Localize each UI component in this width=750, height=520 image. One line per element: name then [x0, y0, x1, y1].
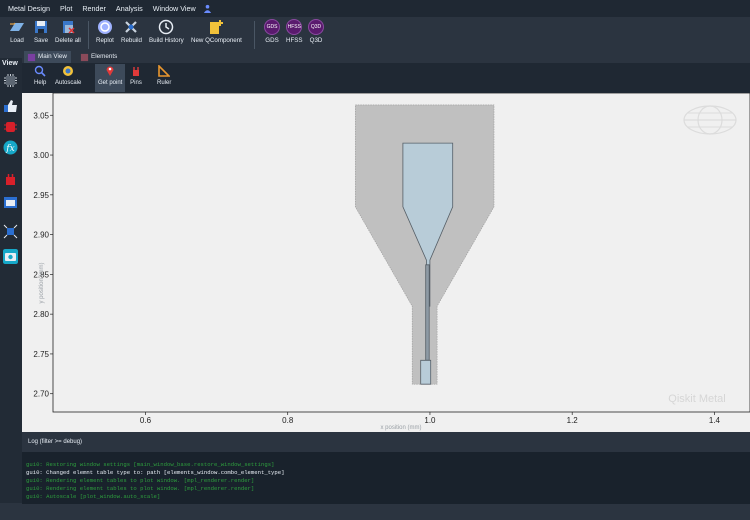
help-button[interactable]: Help	[34, 65, 46, 86]
window-icon[interactable]	[3, 195, 18, 210]
save-button[interactable]: Save	[33, 19, 49, 44]
y-tick-label: 2.70	[33, 390, 49, 399]
plot-area[interactable]: 0.6 0.8 1.0 1.2 1.4 3.05 3.00 2.95 2.90 2.85 2.80…	[22, 93, 750, 432]
tab-main-view[interactable]: Main View	[24, 51, 71, 63]
replot-icon	[97, 20, 112, 34]
rebuild-icon	[125, 21, 138, 33]
svg-text:fx: fx	[5, 144, 14, 154]
hfss-render-button[interactable]: HFSS HFSS	[286, 19, 303, 44]
log-panel[interactable]: gui0: Restoring window settings [main_wi…	[22, 452, 750, 504]
x-tick-label: 1.2	[567, 416, 579, 425]
menu-window-view[interactable]: Window View	[148, 0, 201, 17]
person-icon[interactable]	[203, 4, 212, 13]
y-tick-label: 2.80	[33, 310, 49, 319]
menu-render[interactable]: Render	[77, 0, 111, 17]
sidebar-title: View	[2, 60, 18, 67]
delete-all-button[interactable]: Delete all	[55, 19, 81, 44]
log-line: gui0: Rendering element tables to plot w…	[26, 485, 255, 492]
autoscale-button[interactable]: Autoscale	[55, 65, 81, 86]
save-icon	[35, 21, 47, 33]
x-tick-label: 1.0	[424, 416, 436, 425]
x-tick-label: 0.8	[282, 416, 294, 425]
thumbs-up-icon[interactable]	[3, 98, 18, 113]
y-tick-label: 2.75	[33, 350, 49, 359]
status-bar	[0, 506, 750, 520]
plug-icon[interactable]	[3, 172, 18, 187]
get-point-icon	[106, 66, 114, 76]
watermark-text: Qiskit Metal	[668, 393, 725, 405]
gds-icon: GDS	[264, 19, 280, 35]
y-tick-label: 3.00	[33, 151, 49, 160]
q3d-icon: Q3D	[308, 19, 324, 35]
y-tick-label: 2.95	[33, 191, 49, 200]
menu-plot[interactable]: Plot	[55, 0, 77, 17]
bug-icon[interactable]	[3, 119, 18, 134]
main-view-icon	[27, 53, 36, 61]
layout-plot[interactable]: 0.6 0.8 1.0 1.2 1.4 3.053.002.952.902.852.80…	[22, 93, 750, 432]
ruler-icon	[158, 65, 171, 77]
log-line: gui0: Autoscale [plot_window.auto_scale]	[26, 493, 161, 500]
log-line: gui0: Changed elemnt table type to: path…	[26, 469, 285, 476]
function-icon[interactable]: fx	[3, 140, 18, 155]
x-tick-label: 1.4	[709, 416, 721, 425]
log-header: Log (filter >= debug)	[22, 436, 750, 449]
menu-analysis[interactable]: Analysis	[111, 0, 148, 17]
delete-all-icon	[62, 21, 75, 34]
rebuild-button[interactable]: Rebuild	[121, 19, 142, 44]
pins-icon	[133, 67, 139, 76]
new-qcomponent-button[interactable]: New QComponent	[191, 19, 242, 44]
camera-icon[interactable]	[3, 249, 18, 264]
elements-icon	[80, 53, 89, 61]
x-tick-label: 0.6	[140, 416, 152, 425]
main-toolbar: Load Save Delete all Replot Rebuild Buil…	[0, 17, 750, 50]
expand-icon[interactable]	[3, 224, 18, 239]
gds-render-button[interactable]: GDS GDS	[264, 19, 280, 44]
tip-shape[interactable]	[420, 359, 432, 385]
x-axis-label: x position (mm)	[380, 425, 421, 431]
y-axis-label: y position (mm)	[39, 262, 45, 303]
log-title: Log (filter >= debug)	[28, 439, 83, 445]
ruler-button[interactable]: Ruler	[157, 65, 171, 86]
menu-bar: Metal Design Plot Render Analysis Window…	[0, 0, 750, 17]
load-icon	[10, 22, 24, 31]
build-history-button[interactable]: Build History	[149, 19, 184, 44]
menu-metal-design[interactable]: Metal Design	[0, 0, 55, 17]
log-line: gui0: Restoring window settings [main_wi…	[26, 461, 275, 468]
replot-button[interactable]: Replot	[96, 19, 114, 44]
new-qcomponent-icon	[210, 20, 224, 34]
get-point-button[interactable]: Get point	[95, 64, 126, 92]
log-line: gui0: Rendering element tables to plot w…	[26, 477, 255, 484]
globe-watermark-icon	[683, 105, 737, 135]
y-tick-label: 2.90	[33, 231, 49, 240]
help-icon	[34, 65, 46, 77]
chip-icon[interactable]	[3, 73, 18, 88]
hfss-icon: HFSS	[286, 19, 303, 35]
tab-elements[interactable]: Elements	[77, 51, 121, 63]
view-tabs: Main View Elements	[22, 50, 750, 63]
build-history-icon	[159, 19, 174, 35]
feed-shape[interactable]	[425, 264, 430, 361]
plot-toolbar: Help Autoscale Get point Pins Ruler	[22, 63, 750, 93]
y-tick-label: 3.05	[33, 111, 49, 120]
q3d-render-button[interactable]: Q3D Q3D	[308, 19, 324, 44]
autoscale-icon	[63, 66, 74, 76]
load-button[interactable]: Load	[9, 19, 25, 44]
pins-button[interactable]: Pins	[130, 65, 142, 86]
